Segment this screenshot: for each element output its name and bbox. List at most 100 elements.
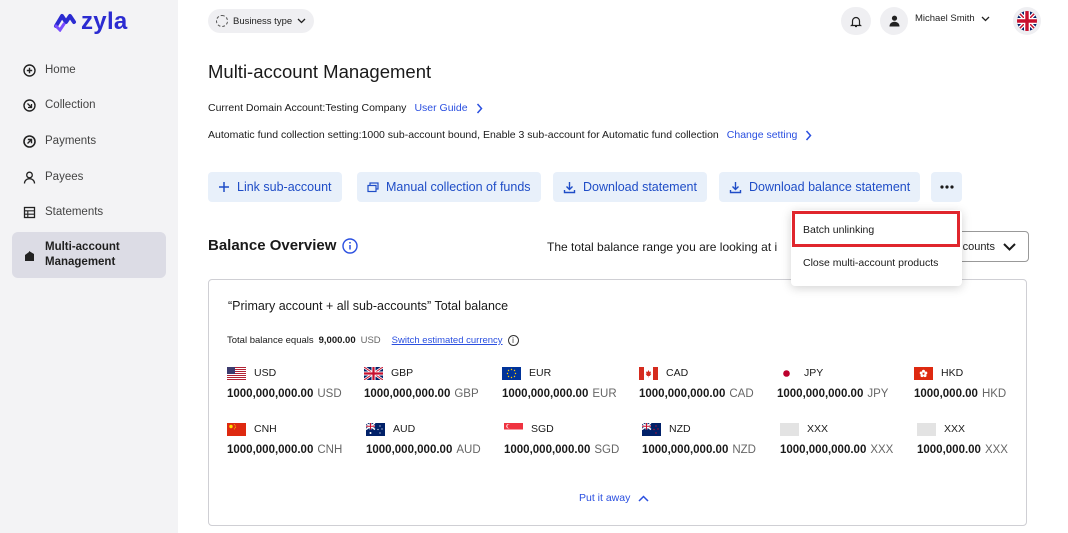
placeholder-flag-icon bbox=[780, 422, 799, 436]
user-menu[interactable]: Michael Smith bbox=[915, 13, 990, 24]
currency-amount: 1000,000,000.00 bbox=[639, 388, 726, 400]
currency-code: XXX bbox=[944, 423, 966, 435]
sidebar-item-label: Payees bbox=[45, 171, 84, 183]
currency-sgd[interactable]: SGD 1000,000,000.00 SGD bbox=[504, 422, 644, 456]
currency-code: SGD bbox=[531, 423, 554, 435]
balance-range-text: The total balance range you are looking … bbox=[547, 240, 778, 254]
fund-label: Automatic fund collection setting: bbox=[208, 129, 362, 141]
currency-unit: USD bbox=[317, 388, 342, 400]
currency-amount: 1000,000,000.00 bbox=[366, 444, 453, 456]
language-button[interactable] bbox=[1013, 7, 1041, 35]
currency-code: CAD bbox=[666, 367, 689, 379]
new-zealand-flag-icon bbox=[642, 422, 661, 436]
currency-amount: 1000,000,000.00 bbox=[227, 388, 314, 400]
currency-hkd[interactable]: HKD 1000,000.00 HKD bbox=[914, 366, 1054, 400]
user-name: Michael Smith bbox=[915, 13, 975, 24]
switch-currency-link[interactable]: Switch estimated currency bbox=[392, 335, 503, 346]
total-value: 9,000.00 bbox=[318, 335, 356, 346]
currency-amount: 1000,000,000.00 bbox=[642, 444, 729, 456]
currency-code: HKD bbox=[941, 367, 964, 379]
logo-text: zyla bbox=[81, 8, 128, 35]
sidebar-item-payees[interactable]: Payees bbox=[12, 162, 166, 192]
placeholder-flag-icon bbox=[917, 422, 936, 436]
total-balance-line: Total balance equals 9,000.00 USD Switch… bbox=[227, 335, 519, 346]
highlight-box bbox=[792, 211, 960, 247]
user-avatar-button[interactable] bbox=[880, 7, 908, 35]
currency-amount: 1000,000,000.00 bbox=[504, 444, 591, 456]
china-flag-icon bbox=[227, 422, 246, 436]
sidebar-item-multi-account[interactable]: Multi-account Management bbox=[12, 232, 166, 278]
chevron-right-icon[interactable] bbox=[805, 130, 812, 141]
button-label: Manual collection of funds bbox=[386, 180, 531, 194]
put-away-toggle[interactable]: Put it away bbox=[579, 492, 649, 504]
download-statement-button[interactable]: Download statement bbox=[553, 172, 707, 202]
business-type-select[interactable]: Business type bbox=[208, 9, 315, 33]
collection-icon bbox=[22, 98, 36, 112]
japan-flag-icon bbox=[777, 366, 796, 380]
put-away-label: Put it away bbox=[579, 492, 631, 504]
hong-kong-flag-icon bbox=[914, 366, 933, 380]
payments-icon bbox=[22, 134, 36, 148]
sidebar: zyla Home Collection Payments Payees Sta… bbox=[0, 0, 178, 533]
canada-flag-icon bbox=[639, 366, 658, 380]
download-balance-statement-button[interactable]: Download balance statement bbox=[719, 172, 921, 202]
plus-circle-icon bbox=[22, 63, 36, 77]
currency-xxx-1[interactable]: XXX 1000,000,000.00 XXX bbox=[780, 422, 920, 456]
button-label: Link sub-account bbox=[237, 180, 332, 194]
notification-button[interactable] bbox=[841, 7, 871, 35]
payees-icon bbox=[22, 170, 36, 184]
button-label: Download statement bbox=[583, 180, 697, 194]
manual-collection-button[interactable]: Manual collection of funds bbox=[357, 172, 541, 202]
menu-item-close-products[interactable]: Close multi-account products bbox=[803, 257, 938, 269]
total-unit: USD bbox=[360, 335, 381, 346]
sidebar-item-home[interactable]: Home bbox=[12, 55, 166, 85]
currency-cnh[interactable]: CNH 1000,000,000.00 CNH bbox=[227, 422, 367, 456]
card-title: “Primary account + all sub-accounts” Tot… bbox=[228, 299, 509, 313]
zyla-logo[interactable]: zyla bbox=[53, 8, 128, 36]
fund-collection-line: Automatic fund collection setting: 1000 … bbox=[208, 129, 812, 141]
currency-code: GBP bbox=[391, 367, 414, 379]
balance-title-text: Balance Overview bbox=[208, 237, 337, 254]
domain-account-line: Current Domain Account: Testing Company … bbox=[208, 102, 483, 114]
sidebar-item-label: Statements bbox=[45, 206, 104, 218]
australia-flag-icon bbox=[366, 422, 385, 436]
currency-xxx-2[interactable]: XXX 1000,000.00 XXX bbox=[917, 422, 1057, 456]
currency-nzd[interactable]: NZD 1000,000,000.00 NZD bbox=[642, 422, 782, 456]
currency-code: AUD bbox=[393, 423, 416, 435]
currency-amount: 1000,000,000.00 bbox=[227, 444, 314, 456]
currency-eur[interactable]: EUR 1000,000,000.00 EUR bbox=[502, 366, 642, 400]
sidebar-item-collection[interactable]: Collection bbox=[12, 90, 166, 120]
download-icon bbox=[729, 181, 742, 193]
currency-gbp[interactable]: GBP 1000,000,000.00 GBP bbox=[364, 366, 504, 400]
user-icon bbox=[889, 15, 899, 27]
link-sub-account-button[interactable]: Link sub-account bbox=[208, 172, 342, 202]
currency-unit: GBP bbox=[454, 388, 479, 400]
currency-cad[interactable]: CAD 1000,000,000.00 CAD bbox=[639, 366, 779, 400]
info-icon[interactable] bbox=[342, 237, 359, 254]
more-actions-button[interactable] bbox=[931, 172, 962, 202]
info-icon[interactable]: i bbox=[507, 335, 519, 346]
uk-flag-icon bbox=[1017, 11, 1037, 31]
currency-unit: NZD bbox=[732, 444, 756, 456]
download-icon bbox=[563, 181, 576, 193]
zyla-logo-icon bbox=[54, 14, 76, 32]
chevron-up-icon bbox=[638, 494, 649, 502]
currency-unit: XXX bbox=[984, 444, 1008, 456]
balance-overview-title: Balance Overview bbox=[208, 237, 359, 254]
currency-amount: 1000,000.00 bbox=[914, 388, 978, 400]
change-setting-link[interactable]: Change setting bbox=[727, 129, 798, 141]
currency-code: XXX bbox=[807, 423, 829, 435]
currency-aud[interactable]: AUD 1000,000,000.00 AUD bbox=[366, 422, 506, 456]
uk-flag-icon bbox=[364, 366, 383, 380]
currency-usd[interactable]: USD 1000,000,000.00 USD bbox=[227, 366, 367, 400]
sidebar-item-payments[interactable]: Payments bbox=[12, 126, 166, 156]
domain-label: Current Domain Account: bbox=[208, 102, 326, 114]
business-type-label: Business type bbox=[233, 15, 293, 27]
currency-jpy[interactable]: JPY 1000,000,000.00 JPY bbox=[777, 366, 917, 400]
currency-code: NZD bbox=[669, 423, 691, 435]
plus-icon bbox=[219, 182, 229, 192]
chevron-right-icon[interactable] bbox=[476, 103, 483, 114]
currency-unit: HKD bbox=[981, 388, 1007, 400]
sidebar-item-statements[interactable]: Statements bbox=[12, 197, 166, 227]
user-guide-link[interactable]: User Guide bbox=[414, 102, 467, 114]
